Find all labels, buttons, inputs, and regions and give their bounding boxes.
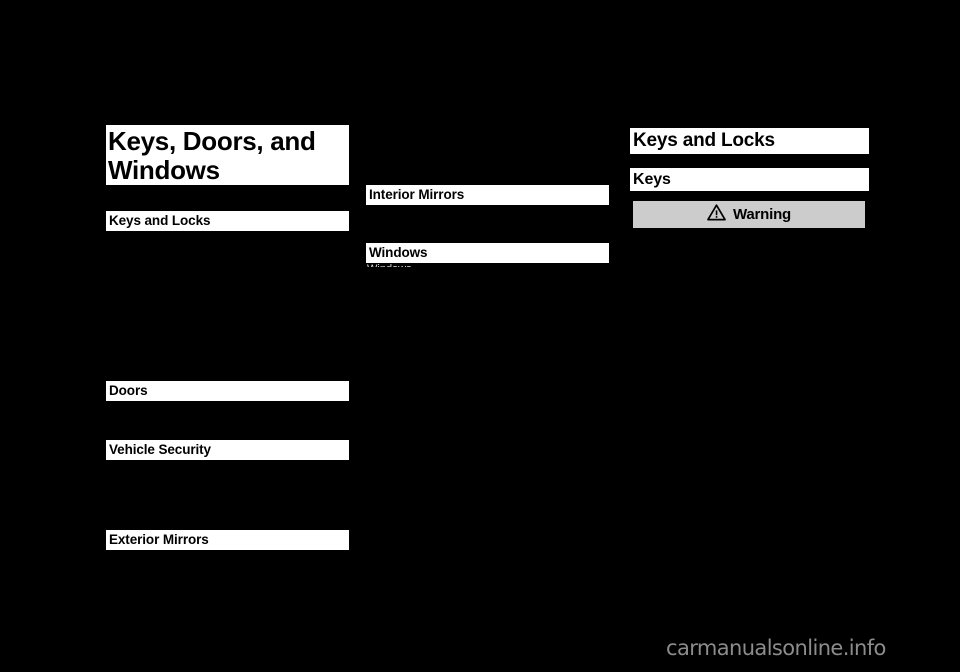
section-title-label: Keys and Locks: [633, 130, 775, 151]
section-heading-label: Windows: [369, 245, 428, 260]
section-heading-label: Vehicle Security: [109, 442, 211, 457]
section-heading-exterior-mirrors[interactable]: Exterior Mirrors: [106, 530, 349, 550]
section-heading-label: Doors: [109, 383, 148, 398]
section-heading-doors[interactable]: Doors: [106, 381, 349, 401]
section-heading-label: Exterior Mirrors: [109, 532, 209, 547]
watermark: carmanualsonline.info: [666, 636, 886, 660]
subsection-title-keys[interactable]: Keys: [630, 168, 869, 191]
section-heading-vehicle-security[interactable]: Vehicle Security: [106, 440, 349, 460]
section-heading-windows[interactable]: Windows: [366, 243, 609, 263]
section-heading-label: Interior Mirrors: [369, 187, 465, 202]
manual-page: Keys, Doors, and Windows Keys and Locks …: [0, 0, 960, 672]
section-title-keys-and-locks[interactable]: Keys and Locks: [630, 128, 869, 154]
section-heading-label: Keys and Locks: [109, 213, 211, 228]
clipped-body-text: Windows: [367, 263, 608, 267]
chapter-title: Keys, Doors, and Windows: [106, 125, 349, 185]
section-heading-keys-and-locks[interactable]: Keys and Locks: [106, 211, 349, 231]
section-heading-interior-mirrors[interactable]: Interior Mirrors: [366, 185, 609, 205]
subsection-title-label: Keys: [633, 171, 671, 188]
warning-label: Warning: [732, 206, 792, 223]
warning-callout: Warning: [631, 199, 867, 230]
warning-triangle-icon: [707, 203, 726, 226]
